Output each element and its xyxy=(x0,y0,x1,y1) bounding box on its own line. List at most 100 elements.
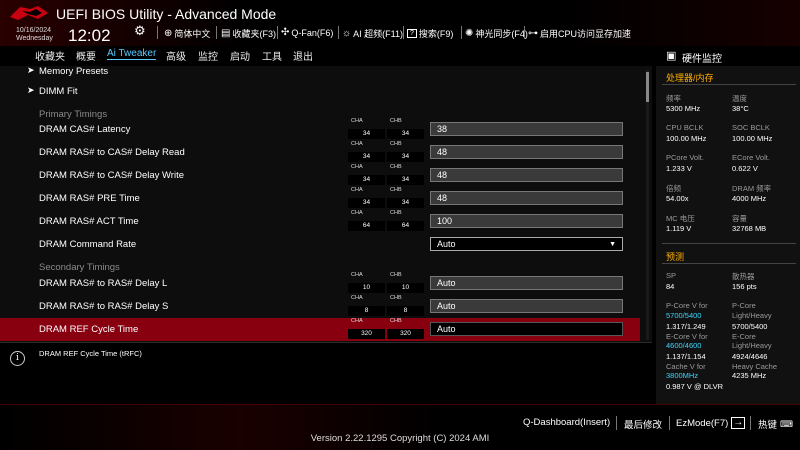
ecore-v-freq: 4600/4600 xyxy=(666,341,702,350)
header: UEFI BIOS Utility - Advanced Mode 10/16/… xyxy=(0,0,800,46)
chb-tag: CHB xyxy=(390,141,402,147)
main-menu: 收藏夹 概要 Ai Tweaker 高级 监控 启动 工具 退出 xyxy=(0,46,655,66)
ratio-value: 54.00x xyxy=(666,194,689,203)
temp-label: 温度 xyxy=(732,94,747,103)
value-input[interactable]: 38 xyxy=(430,122,623,136)
divider xyxy=(0,404,800,405)
setting-row-command-rate[interactable]: DRAM Command Rate Auto ▼ xyxy=(0,233,640,256)
chb-tag: CHB xyxy=(390,295,402,301)
aura-sync-button[interactable]: ✺ 神光同步(F4) xyxy=(465,27,528,40)
cpu-bclk-label: CPU BCLK xyxy=(666,123,704,132)
chb-value: 34 xyxy=(387,152,424,162)
cha-tag: CHA xyxy=(351,187,363,193)
ecore-lh-value: 4924/4646 xyxy=(732,352,768,361)
help-panel: i DRAM REF Cycle Time (tRFC) xyxy=(0,342,652,404)
favorites-button[interactable]: ▤ 收藏夹(F3) xyxy=(221,27,276,40)
tab-tool[interactable]: 工具 xyxy=(262,48,282,63)
cha-tag: CHA xyxy=(351,210,363,216)
mc-volt-value: 1.119 V xyxy=(666,224,692,233)
cpu-vram-access-button[interactable]: ⊶ 启用CPU访问显存加速 xyxy=(528,27,631,40)
setting-row-ref-cycle[interactable]: DRAM REF Cycle Time CHA CHB 320 320 Auto xyxy=(0,318,640,341)
value-input[interactable]: Auto xyxy=(430,299,623,313)
chb-value: 34 xyxy=(387,175,424,185)
last-modified-button[interactable]: 最后修改 xyxy=(624,417,662,431)
chb-tag: CHB xyxy=(390,118,402,124)
cha-value: 34 xyxy=(348,152,385,162)
setting-row-act-time[interactable]: DRAM RAS# ACT Time CHA CHB 64 64 100 xyxy=(0,210,640,233)
ai-oc-button[interactable]: ☼ AI 超频(F11) xyxy=(342,27,403,40)
q-dashboard-button[interactable]: Q-Dashboard(Insert) xyxy=(523,417,610,428)
app-title: UEFI BIOS Utility - Advanced Mode xyxy=(56,6,277,22)
fan-icon: ✣ xyxy=(281,27,290,38)
hotkeys-label: 热键 xyxy=(758,420,778,431)
setting-row-pre-time[interactable]: DRAM RAS# PRE Time CHA CHB 34 34 48 xyxy=(0,187,640,210)
dimm-fit-link[interactable]: ➤ DIMM Fit xyxy=(0,80,640,103)
cache-v-value: 0.987 V @ DLVR xyxy=(666,382,724,391)
divider xyxy=(662,263,796,264)
tab-favorites[interactable]: 收藏夹 xyxy=(35,48,65,63)
language-label: 简体中文 xyxy=(174,29,211,39)
value-input[interactable]: 48 xyxy=(430,191,623,205)
settings-list: ➤ Memory Presets ➤ DIMM Fit Primary Timi… xyxy=(0,66,652,342)
gear-icon[interactable]: ⚙ xyxy=(134,23,146,39)
command-rate-dropdown[interactable]: Auto ▼ xyxy=(430,237,623,251)
chb-value: 8 xyxy=(387,306,424,316)
tab-advanced[interactable]: 高级 xyxy=(166,48,186,63)
tab-ai-tweaker[interactable]: Ai Tweaker xyxy=(107,48,157,60)
row-label: DRAM REF Cycle Time xyxy=(39,324,139,335)
date-value: 10/16/2024 xyxy=(16,27,52,34)
separator xyxy=(403,26,404,39)
setting-row-rrd-s[interactable]: DRAM RAS# to RAS# Delay S CHA CHB 8 8 Au… xyxy=(0,295,640,318)
chb-tag: CHB xyxy=(390,164,402,170)
qfan-button[interactable]: ✣ Q-Fan(F6) xyxy=(281,27,333,38)
hotkeys-button[interactable]: 热键 ⌨ xyxy=(758,417,794,432)
scrollbar-track[interactable] xyxy=(646,70,649,340)
ecore-lh-label: E-Core xyxy=(732,332,756,341)
cpu-vram-access-label: 启用CPU访问显存加速 xyxy=(540,29,632,39)
pcore-v-value: 1.317/1.249 xyxy=(666,322,706,331)
cha-value: 8 xyxy=(348,306,385,316)
tab-exit[interactable]: 退出 xyxy=(293,48,313,63)
row-label: DRAM RAS# to CAS# Delay Write xyxy=(39,170,185,181)
clock: 12:02 xyxy=(68,26,111,45)
row-label: DRAM RAS# PRE Time xyxy=(39,193,140,204)
value-input[interactable]: Auto xyxy=(430,276,623,290)
pcore-volt-value: 1.233 V xyxy=(666,164,692,173)
value-input[interactable]: 48 xyxy=(430,168,623,182)
cache-v-freq: 3800MHz xyxy=(666,371,699,380)
language-button[interactable]: ⊕ 简体中文 xyxy=(164,27,210,40)
setting-row-rcd-read[interactable]: DRAM RAS# to CAS# Delay Read CHA CHB 34 … xyxy=(0,141,640,164)
tab-main[interactable]: 概要 xyxy=(76,48,96,63)
cooler-value: 156 pts xyxy=(732,282,757,291)
caret-right-icon: ➤ xyxy=(27,85,35,95)
temp-value: 38°C xyxy=(732,104,749,113)
separator xyxy=(669,416,670,430)
capacity-label: 容量 xyxy=(732,214,747,223)
sp-label: SP xyxy=(666,271,677,280)
divider xyxy=(662,84,796,85)
ezmode-button[interactable]: EzMode(F7) → xyxy=(676,417,746,429)
setting-row-rcd-write[interactable]: DRAM RAS# to CAS# Delay Write CHA CHB 34… xyxy=(0,164,640,187)
pcore-lh-value: 5700/5400 xyxy=(732,322,768,331)
value-input[interactable]: 48 xyxy=(430,145,623,159)
search-button[interactable]: ? 搜索(F9) xyxy=(407,27,453,40)
dram-freq-label: DRAM 频率 xyxy=(732,184,772,193)
pcore-volt-label: PCore Volt. xyxy=(666,153,704,162)
tab-boot[interactable]: 启动 xyxy=(230,48,250,63)
copyright-text: Version 2.22.1295 Copyright (C) 2024 AMI xyxy=(310,433,490,444)
value-input[interactable]: Auto xyxy=(430,322,623,336)
help-icon: ? xyxy=(407,29,417,38)
cha-value: 34 xyxy=(348,129,385,139)
setting-row-rrd-l[interactable]: DRAM RAS# to RAS# Delay L CHA CHB 10 10 … xyxy=(0,272,640,295)
value-input[interactable]: 100 xyxy=(430,214,623,228)
favorites-icon: ▤ xyxy=(221,28,231,39)
scrollbar-thumb[interactable] xyxy=(646,72,649,102)
hardware-monitor-header: ▣ 硬件监控 xyxy=(656,46,800,66)
keyboard-icon: ⌨ xyxy=(780,418,794,429)
tab-monitor[interactable]: 监控 xyxy=(198,48,218,63)
chb-value: 64 xyxy=(387,221,424,231)
ecore-volt-label: ECore Volt. xyxy=(732,153,770,162)
ai-oc-label: AI 超频(F11) xyxy=(353,29,404,39)
setting-row-cas-latency[interactable]: DRAM CAS# Latency CHA CHB 34 34 38 xyxy=(0,118,640,141)
help-text: DRAM REF Cycle Time (tRFC) xyxy=(39,349,142,358)
